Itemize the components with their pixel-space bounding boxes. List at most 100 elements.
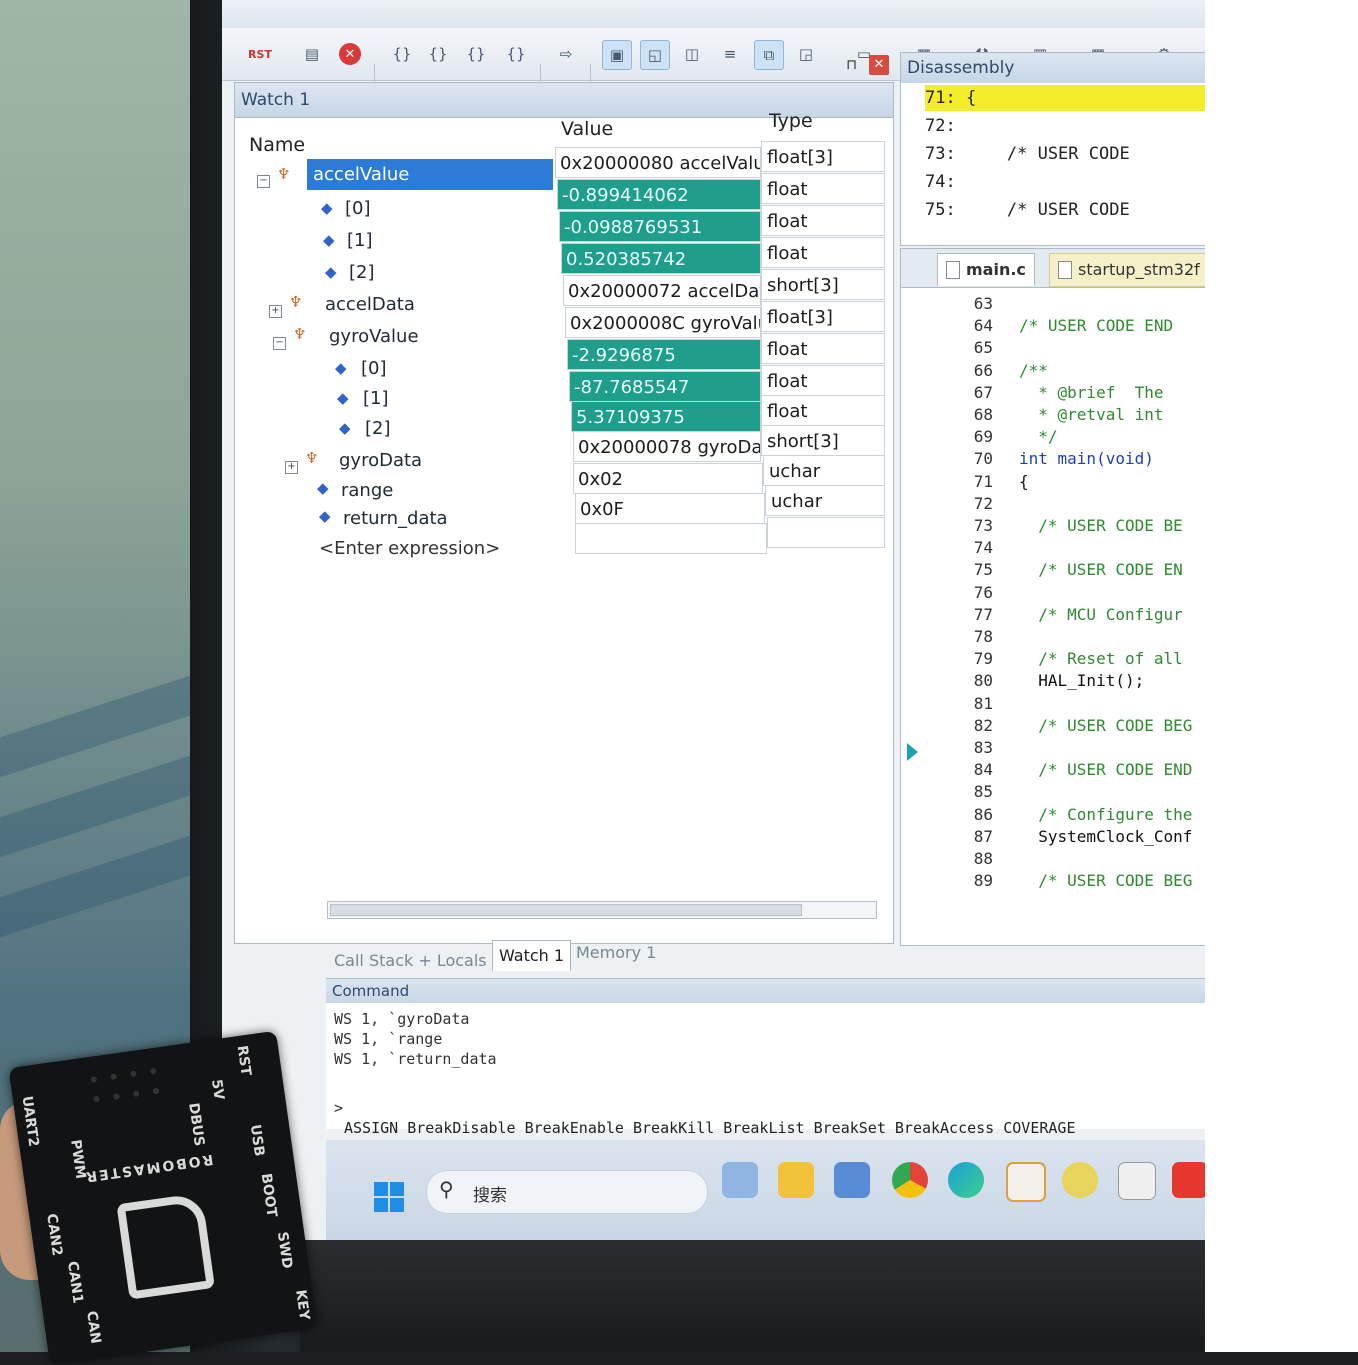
- watch-row-value[interactable]: 0.520385742: [561, 243, 761, 274]
- tab-watch-1[interactable]: Watch 1: [492, 940, 572, 971]
- step-into-icon[interactable]: {}: [388, 40, 416, 68]
- watch-row-value[interactable]: -2.9296875: [567, 339, 761, 370]
- code-line[interactable]: /* MCU Configur: [1019, 604, 1205, 626]
- disassembly-line[interactable]: 75: /* USER CODE: [925, 197, 1205, 223]
- watch-row-type: [767, 517, 885, 548]
- code-line[interactable]: /* Reset of all: [1019, 648, 1205, 670]
- watch-row-name[interactable]: accelData: [325, 289, 415, 320]
- code-line[interactable]: /* USER CODE END: [1019, 759, 1205, 781]
- command-window-icon[interactable]: ▣: [602, 40, 632, 70]
- tab-call-stack-locals[interactable]: Call Stack + Locals: [328, 946, 493, 976]
- expand-icon[interactable]: +: [269, 305, 282, 318]
- watch-row-name[interactable]: [0]: [361, 353, 387, 384]
- reset-icon[interactable]: RST: [246, 40, 274, 68]
- wps-icon[interactable]: [1006, 1162, 1046, 1202]
- enter-expression[interactable]: <Enter expression>: [319, 533, 500, 564]
- watch-row-name[interactable]: [0]: [345, 193, 371, 224]
- watch-row-value[interactable]: [575, 523, 767, 554]
- step-out-icon[interactable]: {}: [462, 40, 490, 68]
- watch-row-name[interactable]: [1]: [363, 383, 389, 414]
- edge-icon[interactable]: [948, 1162, 984, 1198]
- disassembly-line[interactable]: 72:: [925, 113, 1205, 139]
- column-header-name[interactable]: Name: [249, 131, 305, 159]
- tab-memory-1[interactable]: Memory 1: [570, 938, 662, 968]
- watch-row-value[interactable]: 0x20000078 gyroData: [573, 431, 761, 462]
- run-icon[interactable]: ▤: [298, 40, 326, 68]
- watch-row-name[interactable]: [1]: [347, 225, 373, 256]
- column-header-value[interactable]: Value: [561, 115, 613, 143]
- code-line[interactable]: [1019, 737, 1205, 759]
- code-line[interactable]: SystemClock_Conf: [1019, 826, 1205, 848]
- registers-window-icon[interactable]: ≡: [716, 40, 744, 68]
- watch-row-value[interactable]: 5.37109375: [571, 401, 761, 432]
- code-line[interactable]: /* USER CODE END: [1019, 315, 1205, 337]
- code-line[interactable]: int main(void): [1019, 448, 1205, 470]
- symbols-window-icon[interactable]: ◫: [678, 40, 706, 68]
- code-line[interactable]: [1019, 293, 1205, 315]
- watch-row-name[interactable]: [2]: [365, 413, 391, 444]
- code-line[interactable]: /* USER CODE BE: [1019, 515, 1205, 537]
- step-over-icon[interactable]: {}: [424, 40, 452, 68]
- file-explorer-icon[interactable]: [778, 1162, 814, 1198]
- code-line[interactable]: /* Configure the: [1019, 804, 1205, 826]
- code-line[interactable]: * @retval int: [1019, 404, 1205, 426]
- disassembly-line[interactable]: 74:: [925, 169, 1205, 195]
- close-icon[interactable]: ✕: [869, 55, 889, 75]
- code-line[interactable]: [1019, 848, 1205, 870]
- store-icon[interactable]: [834, 1162, 870, 1198]
- code-line[interactable]: /* USER CODE BEG: [1019, 715, 1205, 737]
- watch-row-value[interactable]: 0x02: [573, 463, 763, 494]
- chrome-icon[interactable]: [892, 1162, 928, 1198]
- search-input[interactable]: ⚲ 搜索: [426, 1170, 708, 1214]
- code-line[interactable]: [1019, 781, 1205, 803]
- watch-row-value[interactable]: -0.899414062: [557, 179, 761, 210]
- code-line[interactable]: */: [1019, 426, 1205, 448]
- typora-icon[interactable]: [1118, 1162, 1156, 1200]
- expand-icon[interactable]: +: [285, 461, 298, 474]
- collapse-icon[interactable]: −: [273, 337, 286, 350]
- app-icon[interactable]: [1062, 1162, 1098, 1198]
- code-line[interactable]: /**: [1019, 360, 1205, 382]
- stop-icon[interactable]: ✕: [336, 40, 364, 68]
- code-line[interactable]: HAL_Init();: [1019, 670, 1205, 692]
- code-line[interactable]: {: [1019, 471, 1205, 493]
- watch-row-name[interactable]: gyroValue: [329, 321, 419, 352]
- code-line[interactable]: [1019, 537, 1205, 559]
- watch-row-value[interactable]: 0x20000072 accelData: [563, 275, 761, 306]
- horizontal-scrollbar[interactable]: [327, 901, 877, 919]
- disassembly-window-icon[interactable]: ◱: [640, 40, 670, 70]
- tab-main-c[interactable]: main.c: [937, 253, 1035, 286]
- code-line[interactable]: /* USER CODE BEG: [1019, 870, 1205, 892]
- tab-startup[interactable]: startup_stm32f: [1049, 253, 1205, 287]
- code-line[interactable]: [1019, 582, 1205, 604]
- run-to-cursor-icon[interactable]: {}: [502, 40, 530, 68]
- watch-row-name[interactable]: range: [341, 475, 393, 506]
- code-line[interactable]: /* USER CODE EN: [1019, 559, 1205, 581]
- pin-icon[interactable]: ⊓: [846, 57, 857, 73]
- watch-row-value[interactable]: 0x2000008C gyroValue: [565, 307, 761, 338]
- code-line[interactable]: [1019, 493, 1205, 515]
- watch-row-name[interactable]: [2]: [349, 257, 375, 288]
- show-next-icon[interactable]: ⇨: [552, 40, 580, 68]
- start-icon[interactable]: [374, 1182, 404, 1212]
- collapse-icon[interactable]: −: [257, 175, 270, 188]
- column-header-type[interactable]: Type: [769, 107, 813, 135]
- code-line[interactable]: [1019, 626, 1205, 648]
- code-line[interactable]: * @brief The: [1019, 382, 1205, 404]
- watch-row-name[interactable]: return_data: [343, 503, 448, 534]
- disassembly-line[interactable]: 71: {: [925, 85, 1205, 111]
- watch-window-icon[interactable]: ◲: [792, 40, 820, 68]
- watch-row-value[interactable]: 0x0F: [575, 493, 765, 524]
- watch-row-value[interactable]: -0.0988769531: [559, 211, 761, 242]
- weather-icon[interactable]: [722, 1162, 758, 1198]
- watch-row-name[interactable]: gyroData: [339, 445, 422, 476]
- watch-row-value[interactable]: -87.7685547: [569, 371, 761, 402]
- command-prompt[interactable]: >: [334, 1099, 343, 1117]
- call-stack-icon[interactable]: ⧉: [754, 40, 784, 70]
- code-line[interactable]: [1019, 693, 1205, 715]
- code-line[interactable]: [1019, 337, 1205, 359]
- youdao-icon[interactable]: [1172, 1162, 1205, 1198]
- watch-row-name[interactable]: accelValue: [307, 159, 553, 190]
- disassembly-line[interactable]: 73: /* USER CODE: [925, 141, 1205, 167]
- watch-row-value[interactable]: 0x20000080 accelValue: [555, 147, 761, 178]
